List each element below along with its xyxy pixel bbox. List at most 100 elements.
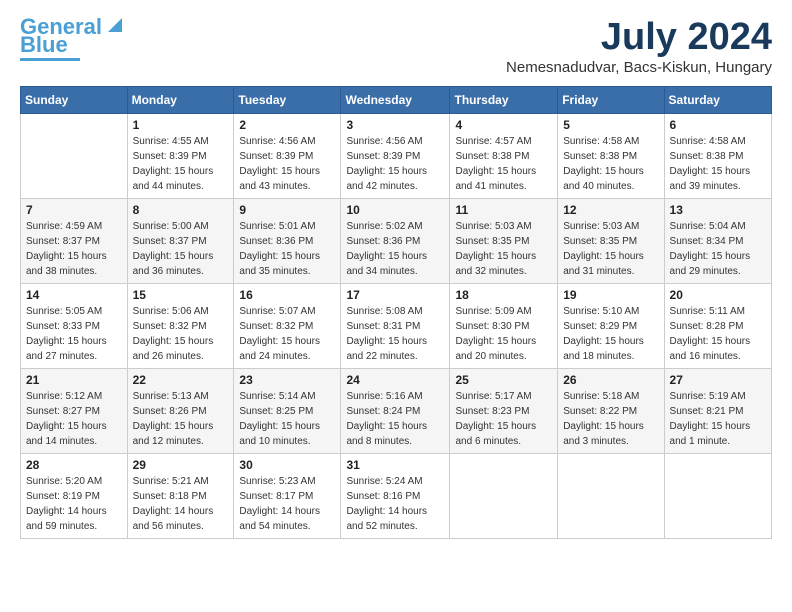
- daylight-line2: and 36 minutes.: [133, 266, 204, 277]
- daylight-line2: and 44 minutes.: [133, 181, 204, 192]
- weekday-header-thursday: Thursday: [450, 87, 558, 114]
- day-number: 3: [346, 118, 444, 132]
- title-area: July 2024 Nemesnadudvar, Bacs-Kiskun, Hu…: [506, 16, 772, 76]
- sunset-text: Sunset: 8:18 PM: [133, 491, 207, 502]
- header: General Blue July 2024 Nemesnadudvar, Ba…: [20, 16, 772, 76]
- daylight-line1: Daylight: 15 hours: [346, 421, 427, 432]
- sunrise-text: Sunrise: 5:17 AM: [455, 391, 531, 402]
- day-number: 20: [670, 288, 766, 302]
- day-info: Sunrise: 5:01 AM Sunset: 8:36 PM Dayligh…: [239, 219, 335, 279]
- daylight-line2: and 22 minutes.: [346, 351, 417, 362]
- day-info: Sunrise: 5:08 AM Sunset: 8:31 PM Dayligh…: [346, 304, 444, 364]
- sunrise-text: Sunrise: 4:56 AM: [346, 136, 422, 147]
- sunset-text: Sunset: 8:22 PM: [563, 406, 637, 417]
- sunset-text: Sunset: 8:38 PM: [455, 151, 529, 162]
- weekday-header-row: SundayMondayTuesdayWednesdayThursdayFrid…: [21, 87, 772, 114]
- sunrise-text: Sunrise: 5:10 AM: [563, 306, 639, 317]
- daylight-line1: Daylight: 15 hours: [563, 421, 644, 432]
- calendar-cell: 7 Sunrise: 4:59 AM Sunset: 8:37 PM Dayli…: [21, 199, 128, 284]
- daylight-line1: Daylight: 14 hours: [346, 506, 427, 517]
- sunrise-text: Sunrise: 5:00 AM: [133, 221, 209, 232]
- daylight-line2: and 14 minutes.: [26, 436, 97, 447]
- daylight-line2: and 24 minutes.: [239, 351, 310, 362]
- calendar-cell: 19 Sunrise: 5:10 AM Sunset: 8:29 PM Dayl…: [558, 284, 664, 369]
- calendar-cell: 22 Sunrise: 5:13 AM Sunset: 8:26 PM Dayl…: [127, 369, 234, 454]
- day-number: 17: [346, 288, 444, 302]
- logo-underline: [20, 58, 80, 61]
- calendar-table: SundayMondayTuesdayWednesdayThursdayFrid…: [20, 86, 772, 539]
- day-info: Sunrise: 5:03 AM Sunset: 8:35 PM Dayligh…: [455, 219, 552, 279]
- calendar-cell: [450, 454, 558, 539]
- logo-triangle-icon: [104, 14, 126, 36]
- sunrise-text: Sunrise: 5:04 AM: [670, 221, 746, 232]
- daylight-line1: Daylight: 15 hours: [133, 336, 214, 347]
- sunset-text: Sunset: 8:26 PM: [133, 406, 207, 417]
- weekday-header-saturday: Saturday: [664, 87, 771, 114]
- daylight-line2: and 12 minutes.: [133, 436, 204, 447]
- daylight-line1: Daylight: 15 hours: [670, 166, 751, 177]
- day-info: Sunrise: 4:59 AM Sunset: 8:37 PM Dayligh…: [26, 219, 122, 279]
- daylight-line1: Daylight: 15 hours: [239, 421, 320, 432]
- sunrise-text: Sunrise: 4:58 AM: [563, 136, 639, 147]
- day-number: 27: [670, 373, 766, 387]
- day-number: 4: [455, 118, 552, 132]
- daylight-line2: and 26 minutes.: [133, 351, 204, 362]
- daylight-line1: Daylight: 15 hours: [133, 251, 214, 262]
- calendar-cell: 8 Sunrise: 5:00 AM Sunset: 8:37 PM Dayli…: [127, 199, 234, 284]
- sunrise-text: Sunrise: 5:03 AM: [563, 221, 639, 232]
- day-info: Sunrise: 5:13 AM Sunset: 8:26 PM Dayligh…: [133, 389, 229, 449]
- daylight-line2: and 40 minutes.: [563, 181, 634, 192]
- day-number: 30: [239, 458, 335, 472]
- sunset-text: Sunset: 8:32 PM: [133, 321, 207, 332]
- daylight-line1: Daylight: 15 hours: [455, 166, 536, 177]
- sunrise-text: Sunrise: 5:07 AM: [239, 306, 315, 317]
- sunrise-text: Sunrise: 5:24 AM: [346, 476, 422, 487]
- day-info: Sunrise: 5:07 AM Sunset: 8:32 PM Dayligh…: [239, 304, 335, 364]
- calendar-cell: 14 Sunrise: 5:05 AM Sunset: 8:33 PM Dayl…: [21, 284, 128, 369]
- sunset-text: Sunset: 8:33 PM: [26, 321, 100, 332]
- day-number: 26: [563, 373, 658, 387]
- daylight-line2: and 41 minutes.: [455, 181, 526, 192]
- sunrise-text: Sunrise: 5:03 AM: [455, 221, 531, 232]
- daylight-line2: and 16 minutes.: [670, 351, 741, 362]
- weekday-header-monday: Monday: [127, 87, 234, 114]
- calendar-week-row: 1 Sunrise: 4:55 AM Sunset: 8:39 PM Dayli…: [21, 114, 772, 199]
- sunset-text: Sunset: 8:38 PM: [670, 151, 744, 162]
- day-info: Sunrise: 5:23 AM Sunset: 8:17 PM Dayligh…: [239, 474, 335, 534]
- calendar-cell: 3 Sunrise: 4:56 AM Sunset: 8:39 PM Dayli…: [341, 114, 450, 199]
- day-number: 9: [239, 203, 335, 217]
- daylight-line2: and 59 minutes.: [26, 521, 97, 532]
- calendar-cell: 16 Sunrise: 5:07 AM Sunset: 8:32 PM Dayl…: [234, 284, 341, 369]
- day-info: Sunrise: 4:55 AM Sunset: 8:39 PM Dayligh…: [133, 134, 229, 194]
- day-number: 11: [455, 203, 552, 217]
- calendar-week-row: 28 Sunrise: 5:20 AM Sunset: 8:19 PM Dayl…: [21, 454, 772, 539]
- day-number: 22: [133, 373, 229, 387]
- weekday-header-friday: Friday: [558, 87, 664, 114]
- sunrise-text: Sunrise: 5:05 AM: [26, 306, 102, 317]
- daylight-line1: Daylight: 15 hours: [455, 421, 536, 432]
- sunset-text: Sunset: 8:39 PM: [133, 151, 207, 162]
- sunrise-text: Sunrise: 5:21 AM: [133, 476, 209, 487]
- logo: General Blue: [20, 16, 126, 61]
- calendar-cell: [21, 114, 128, 199]
- daylight-line1: Daylight: 15 hours: [563, 166, 644, 177]
- daylight-line2: and 54 minutes.: [239, 521, 310, 532]
- sunset-text: Sunset: 8:27 PM: [26, 406, 100, 417]
- daylight-line2: and 3 minutes.: [563, 436, 629, 447]
- calendar-cell: 2 Sunrise: 4:56 AM Sunset: 8:39 PM Dayli…: [234, 114, 341, 199]
- calendar-cell: 15 Sunrise: 5:06 AM Sunset: 8:32 PM Dayl…: [127, 284, 234, 369]
- daylight-line1: Daylight: 15 hours: [346, 166, 427, 177]
- day-number: 8: [133, 203, 229, 217]
- daylight-line1: Daylight: 15 hours: [670, 251, 751, 262]
- daylight-line1: Daylight: 15 hours: [563, 336, 644, 347]
- calendar-cell: 23 Sunrise: 5:14 AM Sunset: 8:25 PM Dayl…: [234, 369, 341, 454]
- sunset-text: Sunset: 8:37 PM: [26, 236, 100, 247]
- sunset-text: Sunset: 8:36 PM: [346, 236, 420, 247]
- day-info: Sunrise: 5:18 AM Sunset: 8:22 PM Dayligh…: [563, 389, 658, 449]
- daylight-line1: Daylight: 15 hours: [670, 421, 751, 432]
- sunset-text: Sunset: 8:30 PM: [455, 321, 529, 332]
- sunrise-text: Sunrise: 5:12 AM: [26, 391, 102, 402]
- calendar-cell: 21 Sunrise: 5:12 AM Sunset: 8:27 PM Dayl…: [21, 369, 128, 454]
- calendar-cell: 1 Sunrise: 4:55 AM Sunset: 8:39 PM Dayli…: [127, 114, 234, 199]
- daylight-line1: Daylight: 15 hours: [239, 251, 320, 262]
